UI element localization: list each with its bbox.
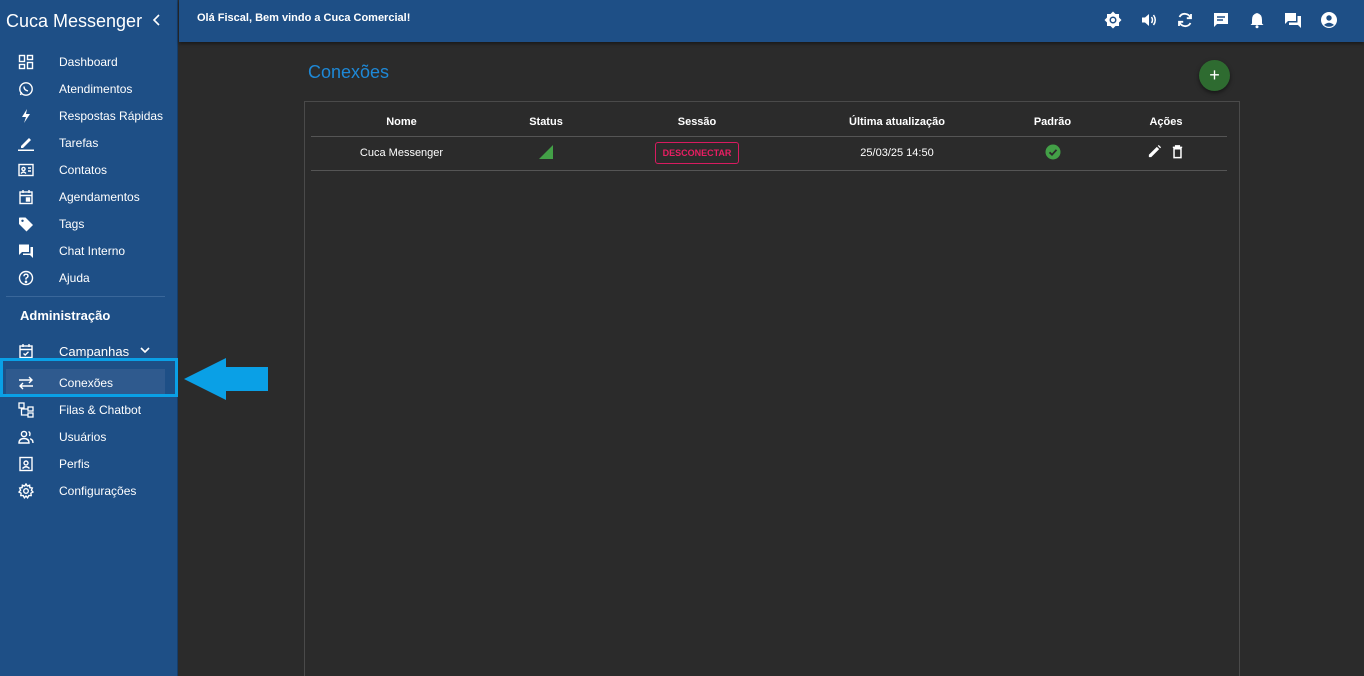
users-icon bbox=[18, 429, 34, 445]
sidebar-item-configuracoes[interactable]: Configurações bbox=[0, 477, 177, 504]
sidebar-item-label: Perfis bbox=[59, 456, 90, 471]
column-header-sessao: Sessão bbox=[600, 108, 794, 137]
sidebar-item-campanhas[interactable]: Campanhas bbox=[0, 333, 177, 369]
refresh-icon[interactable] bbox=[1176, 11, 1194, 29]
message-icon[interactable] bbox=[1212, 11, 1230, 29]
settings-icon bbox=[18, 482, 34, 499]
brightness-icon[interactable] bbox=[1104, 11, 1122, 29]
tag-icon bbox=[18, 216, 34, 232]
lightning-icon bbox=[18, 108, 34, 124]
chevron-left-icon[interactable] bbox=[149, 12, 165, 28]
sidebar-item-label: Dashboard bbox=[59, 54, 118, 69]
calendar-icon bbox=[18, 189, 34, 205]
chevron-down-icon[interactable] bbox=[138, 343, 152, 357]
last-updated: 25/03/25 14:50 bbox=[794, 136, 1000, 171]
arrow-left-icon bbox=[184, 358, 268, 400]
column-header-status: Status bbox=[492, 108, 600, 137]
sidebar-item-respostas-rapidas[interactable]: Respostas Rápidas bbox=[0, 102, 177, 129]
column-header-acoes: Ações bbox=[1105, 108, 1227, 137]
contact-card-icon bbox=[18, 162, 34, 178]
sidebar-item-atendimentos[interactable]: Atendimentos bbox=[0, 75, 177, 102]
sidebar: Cuca Messenger Dashboard Atendimentos Re… bbox=[0, 0, 178, 676]
signal-icon bbox=[539, 144, 553, 159]
column-header-nome: Nome bbox=[311, 108, 492, 137]
sidebar-item-tarefas[interactable]: Tarefas bbox=[0, 129, 177, 156]
bell-icon[interactable] bbox=[1248, 11, 1266, 29]
sidebar-item-filas-chatbot[interactable]: Filas & Chatbot bbox=[0, 396, 177, 423]
connections-panel: Nome Status Sessão Última atualização Pa… bbox=[304, 101, 1240, 676]
column-header-padrao: Padrão bbox=[1000, 108, 1105, 137]
sidebar-item-label: Agendamentos bbox=[59, 189, 140, 204]
sidebar-item-label: Chat Interno bbox=[59, 243, 126, 258]
add-connection-button[interactable]: + bbox=[1199, 60, 1230, 91]
sidebar-item-label: Tags bbox=[59, 216, 85, 231]
admin-section-title: Administração bbox=[20, 307, 111, 323]
account-icon[interactable] bbox=[1320, 11, 1338, 29]
brand: Cuca Messenger bbox=[0, 0, 177, 42]
column-header-ultima-atualizacao: Última atualização bbox=[794, 108, 1000, 137]
sidebar-item-label: Filas & Chatbot bbox=[59, 402, 142, 417]
top-bar: Olá Fiscal, Bem vindo a Cuca Comercial! bbox=[179, 0, 1364, 42]
sidebar-item-label: Configurações bbox=[59, 483, 137, 498]
pencil-icon bbox=[18, 135, 34, 151]
sidebar-item-perfis[interactable]: Perfis bbox=[0, 450, 177, 477]
connection-name: Cuca Messenger bbox=[311, 136, 492, 171]
sidebar-item-label: Tarefas bbox=[59, 135, 99, 150]
check-circle-icon bbox=[1045, 144, 1060, 159]
sidebar-item-dashboard[interactable]: Dashboard bbox=[0, 48, 177, 75]
sidebar-item-label: Contatos bbox=[59, 162, 108, 177]
brand-title: Cuca Messenger bbox=[6, 10, 143, 31]
sidebar-item-label: Conexões bbox=[59, 375, 114, 390]
page-title: Conexões bbox=[308, 62, 390, 82]
forum-icon[interactable] bbox=[1284, 11, 1302, 29]
sidebar-item-contatos[interactable]: Contatos bbox=[0, 156, 177, 183]
sidebar-item-agendamentos[interactable]: Agendamentos bbox=[0, 183, 177, 210]
sidebar-item-label: Atendimentos bbox=[59, 81, 133, 96]
sidebar-item-chat-interno[interactable]: Chat Interno bbox=[0, 237, 177, 264]
sidebar-item-label: Respostas Rápidas bbox=[59, 108, 164, 123]
whatsapp-icon bbox=[18, 81, 34, 97]
welcome-message: Olá Fiscal, Bem vindo a Cuca Comercial! bbox=[197, 12, 411, 24]
sidebar-item-usuarios[interactable]: Usuários bbox=[0, 423, 177, 450]
event-icon bbox=[18, 343, 34, 359]
hierarchy-icon bbox=[18, 401, 34, 418]
disconnect-button[interactable]: DESCONECTAR bbox=[654, 142, 740, 164]
delete-icon[interactable] bbox=[1170, 144, 1185, 162]
sidebar-item-conexoes[interactable]: Conexões bbox=[6, 369, 165, 396]
edit-icon[interactable] bbox=[1147, 144, 1162, 162]
profile-badge-icon bbox=[18, 456, 34, 472]
connections-table: Nome Status Sessão Última atualização Pa… bbox=[311, 108, 1227, 171]
dashboard-icon bbox=[18, 54, 34, 70]
sidebar-item-label: Usuários bbox=[59, 429, 107, 444]
chat-icon bbox=[18, 243, 34, 259]
volume-icon[interactable] bbox=[1140, 11, 1158, 29]
table-row: Cuca Messenger DESCONECTAR 25/03/25 14:5… bbox=[311, 136, 1227, 171]
sidebar-item-label: Ajuda bbox=[59, 270, 90, 285]
help-icon bbox=[18, 270, 34, 286]
sidebar-item-label: Campanhas bbox=[59, 343, 130, 359]
sidebar-item-tags[interactable]: Tags bbox=[0, 210, 177, 237]
swap-icon bbox=[18, 375, 34, 391]
sidebar-item-ajuda[interactable]: Ajuda bbox=[0, 264, 177, 291]
